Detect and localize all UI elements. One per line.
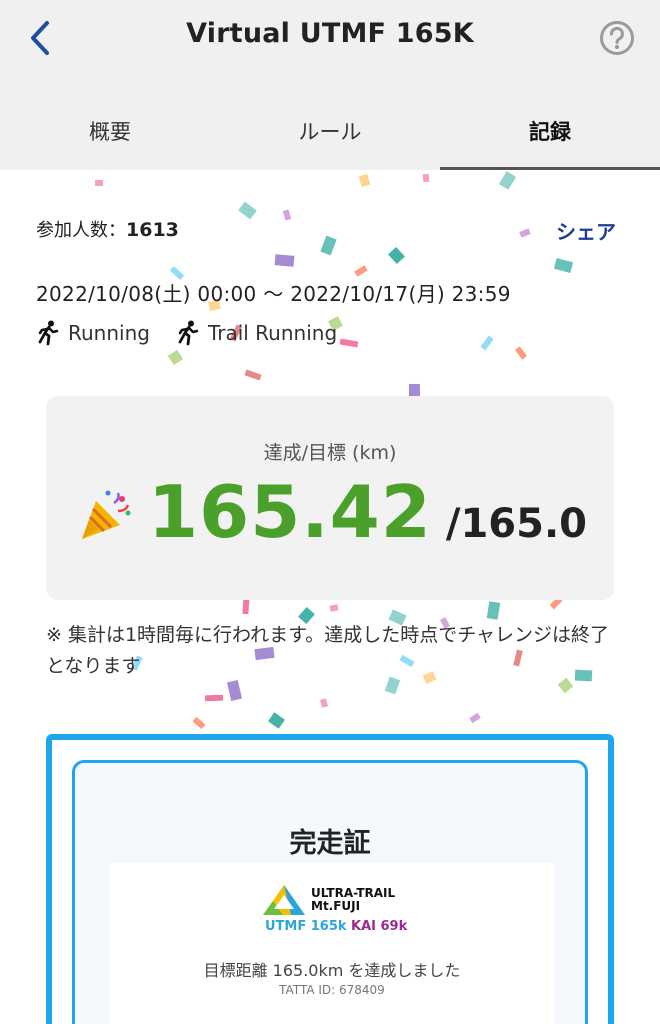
question-circle-icon bbox=[600, 21, 634, 55]
confetti-piece bbox=[480, 335, 494, 351]
confetti-piece bbox=[227, 680, 242, 701]
activity-running-label: Running bbox=[68, 321, 150, 345]
confetti-piece bbox=[519, 228, 531, 238]
page: Virtual UTMF 165K 概要 ルール 記録 参加人数：1613 シェ… bbox=[0, 0, 660, 1024]
utmf-logo: ULTRA-TRAIL Mt.FUJI UTMF 165k KAI 69k bbox=[261, 883, 411, 939]
logo-utmf: UTMF 165k bbox=[265, 919, 347, 934]
tab-records[interactable]: 記録 bbox=[440, 90, 660, 170]
confetti-piece bbox=[238, 201, 257, 220]
header: Virtual UTMF 165K 概要 ルール 記録 bbox=[0, 0, 660, 170]
mountain-logo-icon bbox=[263, 885, 305, 915]
logo-line2: Mt.FUJI bbox=[311, 899, 361, 913]
confetti-piece bbox=[329, 604, 339, 612]
participants-number: 1613 bbox=[126, 219, 179, 241]
confetti-piece bbox=[268, 712, 285, 729]
logo-kai: KAI 69k bbox=[351, 919, 408, 934]
tab-rules[interactable]: ルール bbox=[220, 90, 440, 170]
confetti-piece bbox=[282, 209, 292, 221]
confetti-piece bbox=[354, 265, 368, 277]
confetti-piece bbox=[486, 601, 501, 620]
confetti-piece bbox=[553, 257, 574, 274]
confetti-piece bbox=[339, 338, 359, 348]
confetti-piece bbox=[274, 254, 295, 267]
chevron-left-icon bbox=[31, 21, 49, 55]
confetti-piece bbox=[167, 349, 184, 366]
progress-label: 達成/目標 (km) bbox=[263, 442, 397, 464]
runner-icon bbox=[178, 320, 199, 346]
goal-distance: /165.0 bbox=[445, 501, 587, 547]
confetti-piece bbox=[358, 173, 371, 188]
confetti-piece bbox=[514, 346, 528, 360]
aggregation-note: ※ 集計は1時間毎に行われます。達成した時点でチャレンジは終了となります bbox=[46, 624, 610, 677]
confetti-piece bbox=[192, 716, 206, 730]
progress-card: 達成/目標 (km) 165.42 /165.0 bbox=[46, 396, 614, 600]
confetti-piece bbox=[469, 712, 481, 724]
certificate-card: 完走証 ULTRA-TRAIL Mt.FUJI UTMF 165k KAI 69… bbox=[72, 760, 588, 1024]
confetti-piece bbox=[498, 171, 517, 190]
confetti-piece bbox=[319, 698, 329, 708]
certificate-achievement: 目標距離 165.0km を達成しました bbox=[203, 961, 461, 980]
challenge-period: 2022/10/08(土) 00:00 〜 2022/10/17(月) 23:5… bbox=[36, 282, 511, 306]
confetti-piece bbox=[320, 235, 337, 256]
confetti-piece bbox=[95, 180, 103, 186]
certificate-tatta-id: TATTA ID: 678409 bbox=[279, 983, 385, 997]
progress-values: 165.42 /165.0 bbox=[78, 470, 587, 554]
participants-count: 参加人数：1613 bbox=[36, 216, 179, 242]
back-button[interactable] bbox=[20, 16, 60, 60]
runner-icon bbox=[38, 320, 59, 346]
certificate-paper: ULTRA-TRAIL Mt.FUJI UTMF 165k KAI 69k 目標… bbox=[109, 863, 555, 1024]
logo-text: ULTRA-TRAIL Mt.FUJI bbox=[311, 887, 395, 913]
activity-running: Running bbox=[36, 320, 150, 346]
participants-label: 参加人数： bbox=[36, 220, 126, 241]
confetti-piece bbox=[244, 369, 262, 381]
help-button[interactable] bbox=[599, 20, 635, 56]
tab-overview[interactable]: 概要 bbox=[0, 90, 220, 170]
tab-bar: 概要 ルール 記録 bbox=[0, 90, 660, 170]
confetti-piece bbox=[204, 694, 224, 702]
activity-types: Running Trail Running bbox=[36, 320, 337, 346]
activity-trail-running-label: Trail Running bbox=[207, 321, 338, 345]
certificate-frame[interactable]: 完走証 ULTRA-TRAIL Mt.FUJI UTMF 165k KAI 69… bbox=[46, 734, 614, 1024]
party-popper-icon bbox=[82, 490, 131, 539]
share-button[interactable]: シェア bbox=[556, 216, 616, 245]
confetti-piece bbox=[388, 246, 405, 265]
confetti-piece bbox=[422, 173, 430, 183]
certificate-title: 完走証 bbox=[289, 828, 371, 859]
achieved-distance: 165.42 bbox=[148, 470, 432, 554]
page-title: Virtual UTMF 165K bbox=[186, 18, 474, 49]
activity-trail-running: Trail Running bbox=[176, 320, 337, 346]
